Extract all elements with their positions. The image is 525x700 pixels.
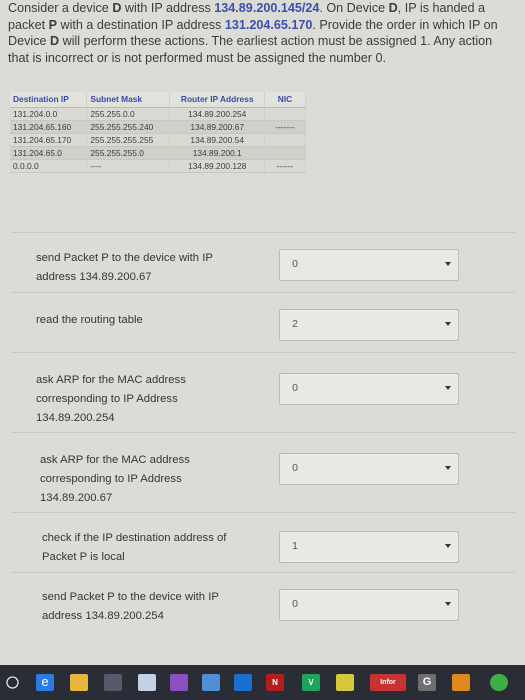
order-value: 2 <box>292 318 298 330</box>
table-row: 0.0.0.0 ---- 134.89.200.128 ------ <box>10 159 306 173</box>
order-dropdown[interactable]: 0 <box>279 453 459 485</box>
cell-destination: 0.0.0.0 <box>10 159 88 173</box>
destination-ip: 131.204.65.170 <box>224 17 313 32</box>
action-label: ask ARP for the MAC address correspondin… <box>40 454 190 504</box>
action-label: read the routing table <box>36 314 143 326</box>
chevron-down-icon <box>445 386 451 390</box>
action-label: ask ARP for the MAC address correspondin… <box>36 374 186 424</box>
chevron-down-icon <box>445 262 451 266</box>
cell-destination: 131.204.65.160 <box>10 120 88 134</box>
column-header-nic: NIC <box>264 92 306 108</box>
action-label: send Packet P to the device with IP addr… <box>42 591 219 622</box>
cell-router: 134.89.200.67 <box>169 120 265 134</box>
order-value: 0 <box>292 462 298 474</box>
cell-nic: ------- <box>264 120 306 134</box>
netflix-icon[interactable]: N <box>266 674 284 691</box>
action-label: check if the IP destination address of P… <box>42 532 227 563</box>
device-name: D <box>50 34 60 48</box>
column-header-subnet-mask: Subnet Mask <box>86 92 171 108</box>
photos-icon[interactable] <box>202 674 220 691</box>
cell-nic <box>264 107 306 121</box>
question-fragment: with IP address <box>121 1 215 15</box>
action-label: send Packet P to the device with IP addr… <box>36 252 213 283</box>
source-ip: 134.89.200.145/24 <box>214 1 320 15</box>
order-dropdown[interactable]: 0 <box>279 373 459 405</box>
chevron-down-icon <box>445 602 451 606</box>
table-row: 131.204.0.0 255.255.0.0 134.89.200.254 <box>10 107 306 121</box>
question-fragment: with a destination IP address <box>57 17 225 32</box>
paint-icon[interactable] <box>138 674 156 691</box>
table-row: 131.204.65.0 255.255.255.0 134.89.200.1 <box>10 146 306 160</box>
taskbar: e N V Infor G <box>0 665 525 700</box>
question-fragment: will perform these actions. The earliest… <box>8 34 493 65</box>
action-row: check if the IP destination address of P… <box>12 512 515 573</box>
cell-destination: 131.204.0.0 <box>10 107 88 121</box>
cell-mask: 255.255.0.0 <box>86 107 171 121</box>
cell-nic: ------ <box>264 159 306 173</box>
vine-icon[interactable]: V <box>302 674 320 691</box>
edge-icon[interactable]: e <box>36 674 54 691</box>
cell-mask: 255.255.255.240 <box>86 120 171 134</box>
packet-name: P <box>48 17 58 32</box>
green-app-icon[interactable] <box>490 674 508 691</box>
order-value: 0 <box>292 258 298 270</box>
cell-destination: 131.204.65.0 <box>10 146 88 160</box>
question-fragment: Consider a device <box>8 1 113 15</box>
action-row: send Packet P to the device with IP addr… <box>12 232 515 293</box>
cell-mask: 255.255.255.0 <box>86 146 171 160</box>
table-row: 131.204.65.170 255.255.255.255 134.89.20… <box>10 133 306 147</box>
order-value: 0 <box>292 598 298 610</box>
windows-icon[interactable] <box>4 674 21 691</box>
file-explorer-icon[interactable] <box>70 674 88 691</box>
cell-mask: ---- <box>86 159 171 173</box>
device-name: D <box>388 1 398 15</box>
action-row: ask ARP for the MAC address correspondin… <box>12 432 515 513</box>
cell-nic <box>264 133 306 147</box>
cell-nic <box>264 146 306 160</box>
cell-router: 134.89.200.128 <box>169 159 265 173</box>
order-dropdown[interactable]: 0 <box>279 589 459 621</box>
arrow-app-icon[interactable] <box>336 674 354 691</box>
outlook-icon[interactable] <box>234 674 252 691</box>
column-header-destination-ip: Destination IP <box>10 92 88 108</box>
order-dropdown[interactable]: 0 <box>279 249 459 281</box>
infor-icon[interactable]: Infor <box>370 674 406 691</box>
cell-router: 134.89.200.1 <box>169 146 265 160</box>
g-app-icon[interactable]: G <box>418 674 436 691</box>
cell-destination: 131.204.65.170 <box>10 133 88 147</box>
orange-app-icon[interactable] <box>452 674 470 691</box>
order-value: 1 <box>292 540 298 552</box>
action-row: ask ARP for the MAC address correspondin… <box>12 352 515 433</box>
order-value: 0 <box>292 382 298 394</box>
cell-router: 134.89.200.54 <box>169 133 265 147</box>
question-fragment: . On Device <box>319 1 389 15</box>
action-row: send Packet P to the device with IP addr… <box>12 572 515 663</box>
chevron-down-icon <box>445 466 451 470</box>
routing-table: Destination IP Subnet Mask Router IP Add… <box>10 92 306 173</box>
chevron-down-icon <box>445 322 451 326</box>
order-dropdown[interactable]: 2 <box>279 309 459 341</box>
order-dropdown[interactable]: 1 <box>279 531 459 563</box>
action-row: read the routing table 2 <box>12 292 515 353</box>
store-icon[interactable] <box>104 674 122 691</box>
chevron-down-icon <box>445 544 451 548</box>
column-header-router-ip: Router IP Address <box>169 92 265 108</box>
onenote-icon[interactable] <box>170 674 188 691</box>
question-text: Consider a device D with IP address 134.… <box>8 0 513 66</box>
cell-router: 134.89.200.254 <box>169 107 265 121</box>
cell-mask: 255.255.255.255 <box>86 133 171 147</box>
table-row: 131.204.65.160 255.255.255.240 134.89.20… <box>10 120 306 134</box>
